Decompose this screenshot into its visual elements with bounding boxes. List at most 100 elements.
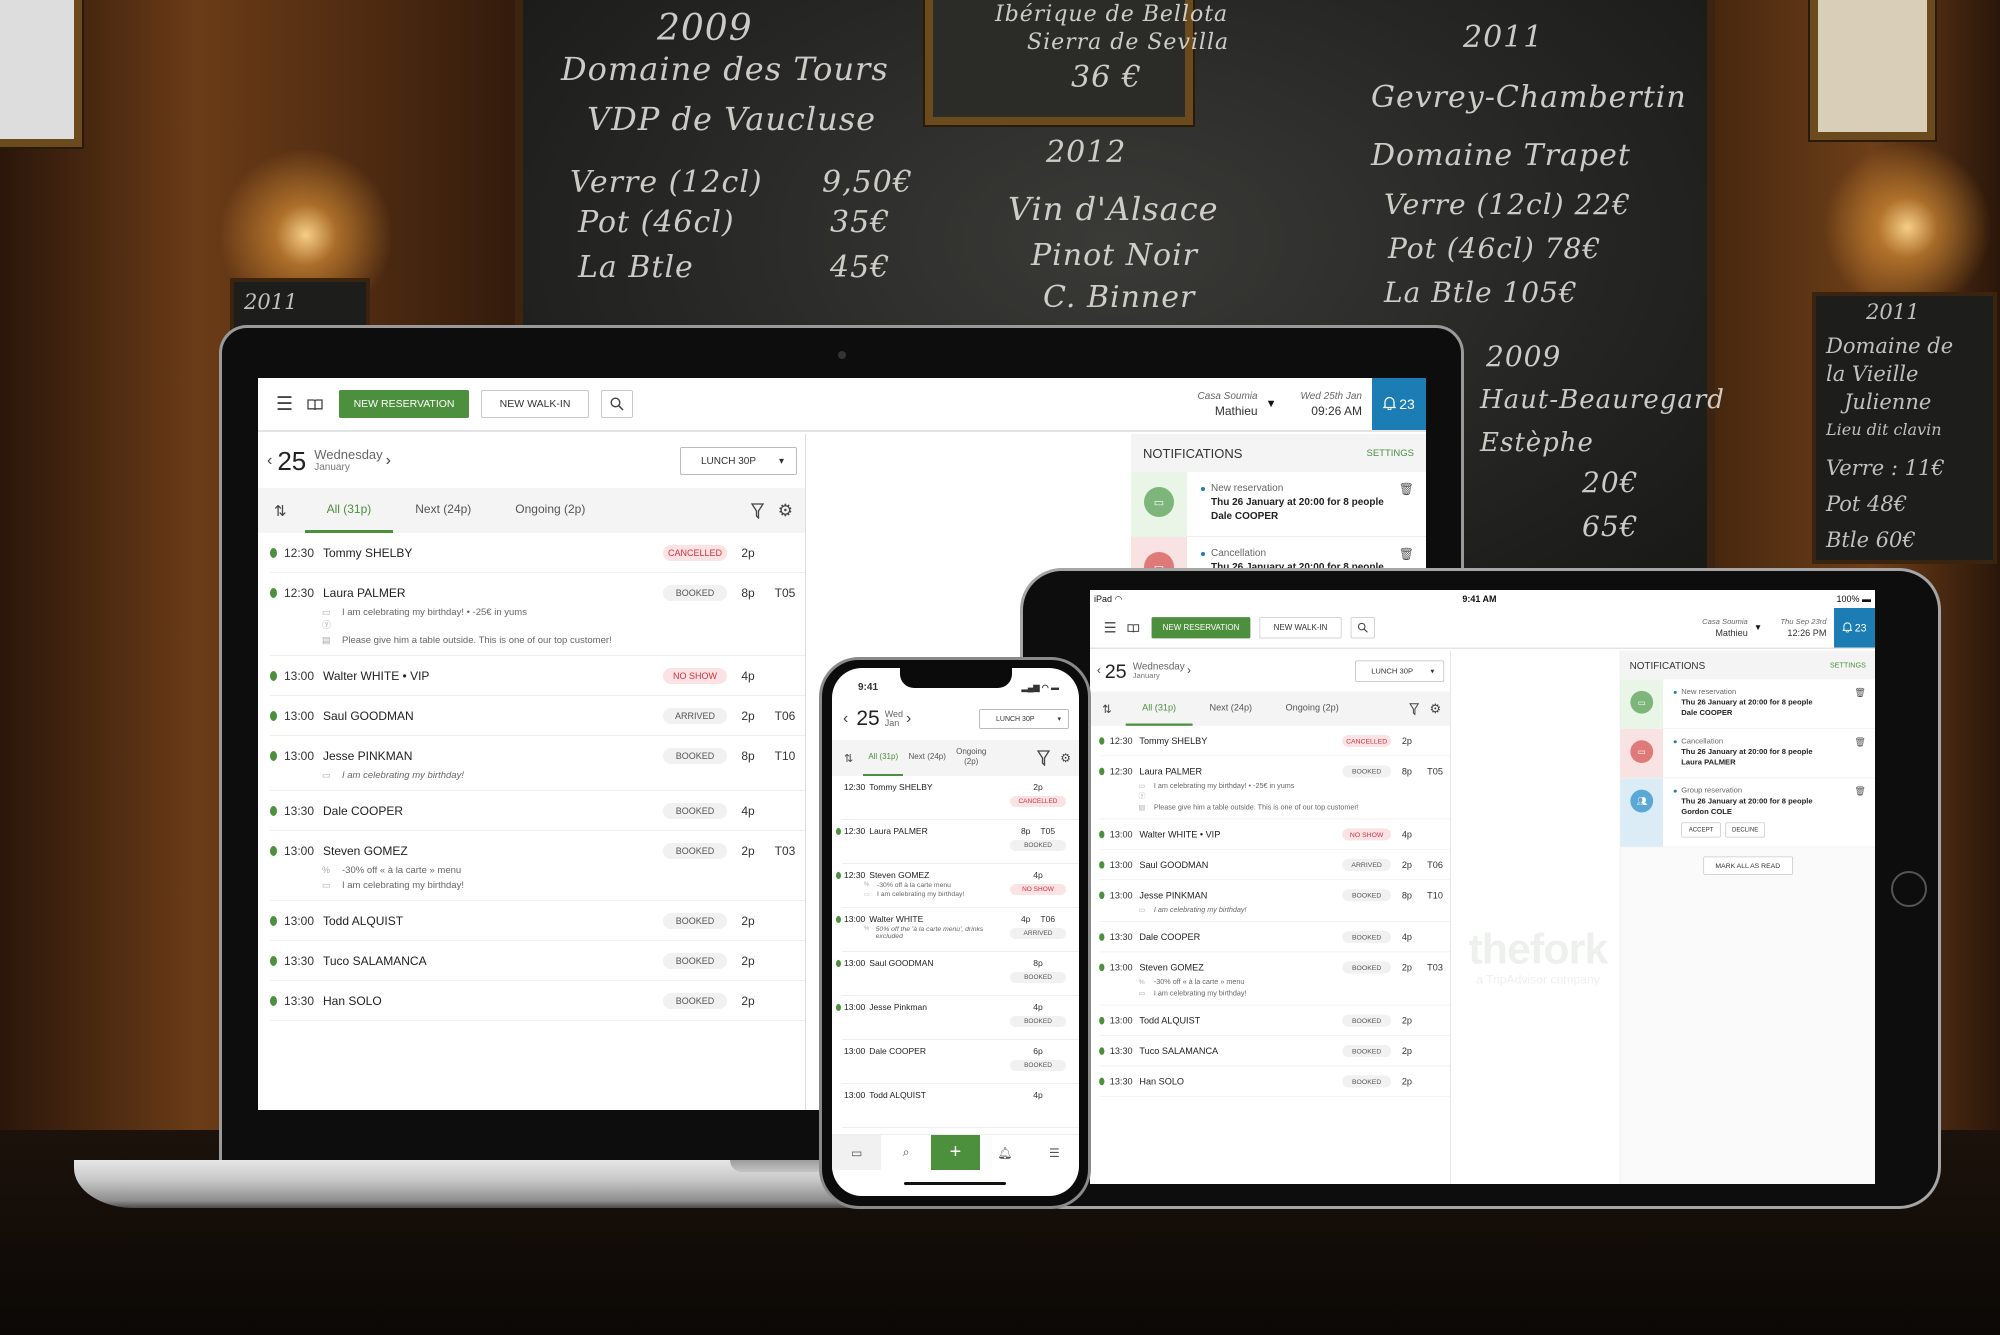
tab-next[interactable]: Next (24p) (1193, 692, 1269, 726)
reservation-row[interactable]: 13:30 Tuco SALAMANCA BOOKED 2p (1099, 1036, 1451, 1067)
sort-icon[interactable]: ⇅ (1102, 702, 1112, 716)
notification-settings-link[interactable]: SETTINGS (1830, 661, 1866, 669)
reservation-row[interactable]: 13:00 Walter WHITE • VIP NO SHOW 4p (270, 656, 805, 696)
reservation-row[interactable]: 13:00 Todd ALQUIST BOOKED 2p (1099, 1005, 1451, 1036)
dropdown-caret-icon[interactable]: ▼ (1266, 398, 1277, 410)
tab-ongoing[interactable]: Ongoing (2p) (493, 488, 607, 533)
new-walk-in-button[interactable]: NEW WALK-IN (1259, 617, 1342, 639)
reservation-row[interactable]: 13:30 Dale COOPER BOOKED 4p (1099, 922, 1451, 953)
reservation-book-icon[interactable] (307, 398, 323, 411)
reservation-row[interactable]: 12:30 Laura PALMER 8p T05 BOOKED (836, 820, 1079, 864)
reservation-row[interactable]: 13:00 Steven GOMEZ BOOKED 2p T03% -30% off « … (1099, 952, 1451, 1006)
mark-all-as-read-button[interactable]: MARK ALL AS READ (1702, 856, 1793, 875)
notification-item[interactable]: ▭ New reservation Thu 26 January at 20:00 … (1620, 679, 1875, 729)
online-booking-leaf-icon (270, 956, 277, 966)
online-booking-leaf-icon (836, 1003, 841, 1011)
service-dropdown[interactable]: LUNCH 30P ▾ (1355, 660, 1445, 682)
settings-gear-icon[interactable]: ⚙ (778, 501, 793, 521)
reservation-row[interactable]: 13:00 Steven GOMEZ BOOKED 2p T03% -30% off « … (270, 831, 805, 901)
trash-icon[interactable]: 🗑︎ (1399, 482, 1414, 496)
search-button[interactable] (1350, 617, 1376, 639)
nav-search-icon[interactable]: ⌕ (881, 1135, 930, 1170)
notification-item[interactable]: ▭ New reservation Thu 26 January at 20:00 … (1131, 472, 1426, 537)
hamburger-menu-icon[interactable]: ☰ (1104, 619, 1117, 636)
reservation-row[interactable]: 13:00 Saul GOODMAN ARRIVED 2p T06 (1099, 850, 1451, 881)
notifications-button[interactable]: 23 (1372, 378, 1426, 430)
reservation-row[interactable]: 13:30 Tuco SALAMANCA BOOKED 2p (270, 941, 805, 981)
reservation-row[interactable]: 13:30 Han SOLO BOOKED 2p (1099, 1066, 1451, 1097)
reservation-row[interactable]: 13:00 Walter WHITE% 50% off the 'à la cart… (836, 908, 1079, 952)
filter-icon[interactable] (1409, 702, 1419, 715)
decline-button[interactable]: DECLINE (1725, 822, 1765, 838)
reservation-row[interactable]: 13:00 Todd ALQUIST 4p (842, 1084, 1079, 1128)
tab-next[interactable]: Next (24p) (907, 740, 947, 776)
restaurant-user-selector[interactable]: Casa Soumia Mathieu (1198, 389, 1258, 419)
nav-notifications-bell-icon[interactable]: 🔔︎ (980, 1135, 1029, 1170)
reservation-row[interactable]: 13:00 Saul GOODMAN ARRIVED 2p T06 (270, 696, 805, 736)
hamburger-menu-icon[interactable]: ☰ (276, 393, 293, 416)
search-button[interactable] (601, 390, 634, 418)
trash-icon[interactable]: 🗑︎ (1854, 786, 1866, 797)
trash-icon[interactable]: 🗑︎ (1399, 547, 1414, 561)
next-day-button[interactable]: › (1185, 664, 1194, 678)
previous-day-button[interactable]: ‹ (840, 710, 851, 728)
reservation-row[interactable]: 12:30 Laura PALMER BOOKED 8p T05 ▭ ⓨ I am cele… (270, 573, 805, 656)
filter-icon[interactable] (750, 502, 764, 519)
notification-settings-link[interactable]: SETTINGS (1366, 448, 1414, 459)
reservation-row[interactable]: 13:00 Dale COOPER 6p BOOKED (842, 1040, 1079, 1084)
reservation-row[interactable]: 13:30 Han SOLO BOOKED 2p (270, 981, 805, 1021)
trash-icon[interactable]: 🗑︎ (1854, 687, 1866, 698)
next-day-button[interactable]: › (383, 452, 394, 470)
filter-icon[interactable] (1037, 750, 1051, 766)
tab-next[interactable]: Next (24p) (393, 488, 493, 533)
accept-button[interactable]: ACCEPT (1681, 822, 1721, 838)
settings-gear-icon[interactable]: ⚙ (1430, 701, 1442, 716)
reservation-row[interactable]: 13:00 Walter WHITE • VIP NO SHOW 4p (1099, 819, 1451, 850)
tab-ongoing[interactable]: Ongoing (2p) (951, 740, 991, 776)
reservation-row[interactable]: 13:00 Jesse PINKMAN BOOKED 8p T10 ▭ I am celeb… (1099, 880, 1451, 922)
sort-icon[interactable]: ⇅ (844, 752, 853, 765)
reservation-row[interactable]: 13:00 Saul GOODMAN 8p BOOKED (836, 952, 1079, 996)
reservation-summary: 13:00 Walter WHITE • VIP NO SHOW 4p (1099, 827, 1450, 842)
new-walk-in-button[interactable]: NEW WALK-IN (481, 390, 590, 418)
note-text: 50% off the 'à la carte menu', drinks ex… (875, 926, 984, 940)
notifications-button[interactable]: 23 (1834, 608, 1875, 648)
tab-ongoing[interactable]: Ongoing (2p) (1269, 692, 1356, 726)
notification-title: New reservation (1201, 482, 1416, 496)
new-reservation-button[interactable]: NEW RESERVATION (1151, 617, 1251, 639)
tablet-home-button[interactable] (1891, 871, 1927, 907)
sort-icon[interactable]: ⇅ (274, 502, 287, 520)
reservation-row[interactable]: 12:30 Tommy SHELBY 2p CANCELLED (842, 776, 1079, 820)
service-dropdown[interactable]: LUNCH 30P ▾ (979, 709, 1069, 729)
service-dropdown[interactable]: LUNCH 30P ▾ (680, 447, 797, 475)
trash-icon[interactable]: 🗑︎ (1854, 736, 1866, 747)
online-booking-leaf-icon (1099, 861, 1105, 869)
nav-menu-hamburger-icon[interactable]: ☰ (1030, 1135, 1079, 1170)
reservation-book-icon[interactable] (1127, 623, 1140, 633)
reservation-row[interactable]: 13:30 Dale COOPER BOOKED 4p (270, 791, 805, 831)
reservation-row[interactable]: 13:00 Jesse Pinkman 4p BOOKED (836, 996, 1079, 1040)
settings-gear-icon[interactable]: ⚙ (1060, 751, 1071, 765)
reservation-row[interactable]: 12:30 Tommy SHELBY CANCELLED 2p (270, 533, 805, 573)
notification-item[interactable]: 👥︎ Group reservationThu 26 January at 20:… (1620, 778, 1875, 848)
reservation-row[interactable]: 13:00 Todd ALQUIST BOOKED 2p (270, 901, 805, 941)
tab-all[interactable]: All (31p) (304, 488, 394, 533)
new-reservation-button[interactable]: NEW RESERVATION (339, 390, 470, 418)
notification-item[interactable]: ▭ CancellationThu 26 January at 20:00 for… (1620, 728, 1875, 779)
restaurant-user-selector[interactable]: Casa Soumia Mathieu (1702, 616, 1748, 639)
reservation-row[interactable]: 13:00 Jesse PINKMAN BOOKED 8p T10 ▭ I am celeb… (270, 736, 805, 791)
dropdown-caret-icon[interactable]: ▼ (1754, 623, 1762, 632)
tab-all[interactable]: All (31p) (863, 740, 904, 776)
previous-day-button[interactable]: ‹ (1095, 664, 1104, 678)
reservation-row[interactable]: 12:30 Steven GOMEZ% -30% off à la carte me… (836, 864, 1079, 908)
next-day-button[interactable]: › (903, 710, 914, 728)
battery-level: 100% (1836, 594, 1860, 604)
previous-day-button[interactable]: ‹ (264, 452, 275, 470)
chalk-text: 35€ (830, 205, 891, 240)
reservation-row[interactable]: 12:30 Tommy SHELBY CANCELLED 2p (1099, 726, 1451, 757)
nav-add-reservation-button[interactable]: + (930, 1135, 981, 1170)
tab-all[interactable]: All (31p) (1125, 692, 1193, 726)
online-booking-leaf-icon (270, 806, 277, 816)
nav-reservations-book-icon[interactable]: ▭ (832, 1135, 882, 1170)
reservation-row[interactable]: 12:30 Laura PALMER BOOKED 8p T05 ▭ ⓨ I am cele… (1099, 756, 1451, 820)
